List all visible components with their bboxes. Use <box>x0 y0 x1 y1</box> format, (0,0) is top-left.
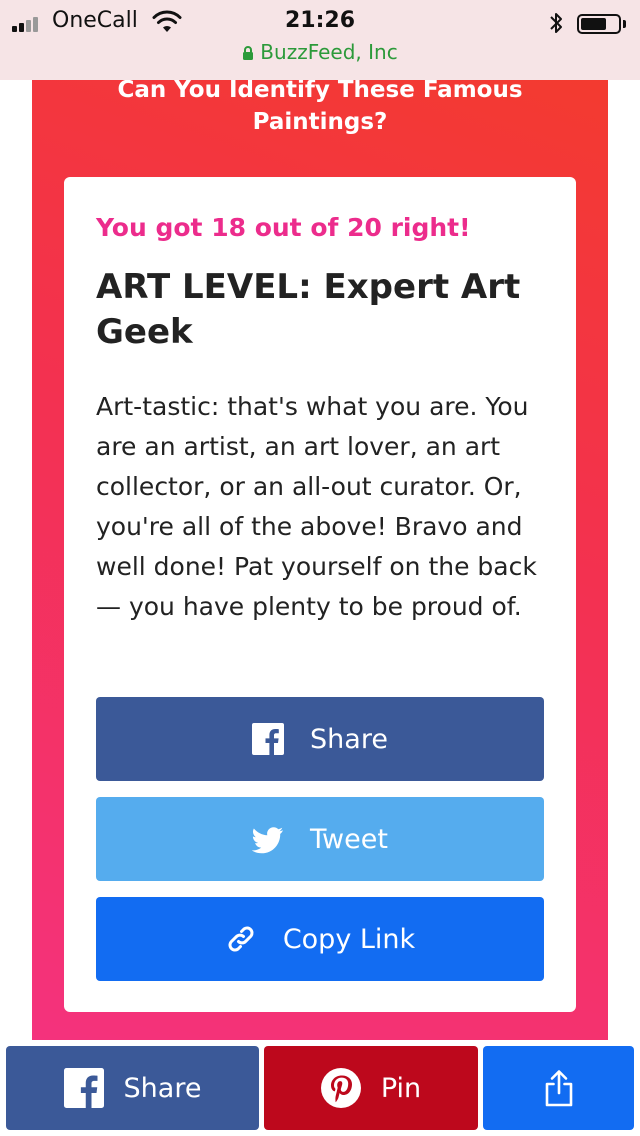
link-icon <box>228 926 254 952</box>
result-card: You got 18 out of 20 right! ART LEVEL: E… <box>64 177 576 1012</box>
copy-link-label: Copy Link <box>282 923 416 955</box>
battery-level <box>581 18 606 30</box>
pinterest-pin-label: Pin <box>380 1072 422 1104</box>
pinterest-icon <box>320 1068 361 1108</box>
score-text: You got 18 out of 20 right! <box>96 213 471 242</box>
battery-cap <box>623 20 626 28</box>
result-description: Art-tastic: that's what you are. You are… <box>96 392 537 621</box>
facebook-icon <box>63 1068 104 1108</box>
tweet-button[interactable]: Tweet <box>96 797 544 881</box>
url-text: BuzzFeed, Inc <box>260 40 398 64</box>
bottom-share-bar: Share Pin <box>0 1040 640 1136</box>
native-share-button[interactable] <box>483 1046 634 1130</box>
share-icon <box>545 1070 572 1107</box>
battery-icon <box>577 14 621 34</box>
bottom-facebook-share-label: Share <box>123 1072 202 1104</box>
copy-link-button[interactable]: Copy Link <box>96 897 544 981</box>
status-row: OneCall 21:26 <box>0 6 640 38</box>
tweet-label: Tweet <box>310 823 388 855</box>
result-title: ART LEVEL: Expert Art Geek <box>96 267 521 352</box>
status-bar: OneCall 21:26 BuzzFeed, Inc <box>0 0 640 80</box>
facebook-icon <box>252 723 285 755</box>
facebook-share-label: Share <box>310 723 388 755</box>
lock-icon <box>243 46 254 60</box>
quiz-title: Can You Identify These Famous Paintings? <box>117 77 523 135</box>
status-time: 21:26 <box>284 8 356 33</box>
url-bar[interactable]: BuzzFeed, Inc <box>0 40 640 70</box>
twitter-icon <box>252 827 284 854</box>
bottom-facebook-share-button[interactable]: Share <box>6 1046 259 1130</box>
facebook-share-button[interactable]: Share <box>96 697 544 781</box>
pinterest-pin-button[interactable]: Pin <box>264 1046 478 1130</box>
bluetooth-icon <box>550 13 562 33</box>
